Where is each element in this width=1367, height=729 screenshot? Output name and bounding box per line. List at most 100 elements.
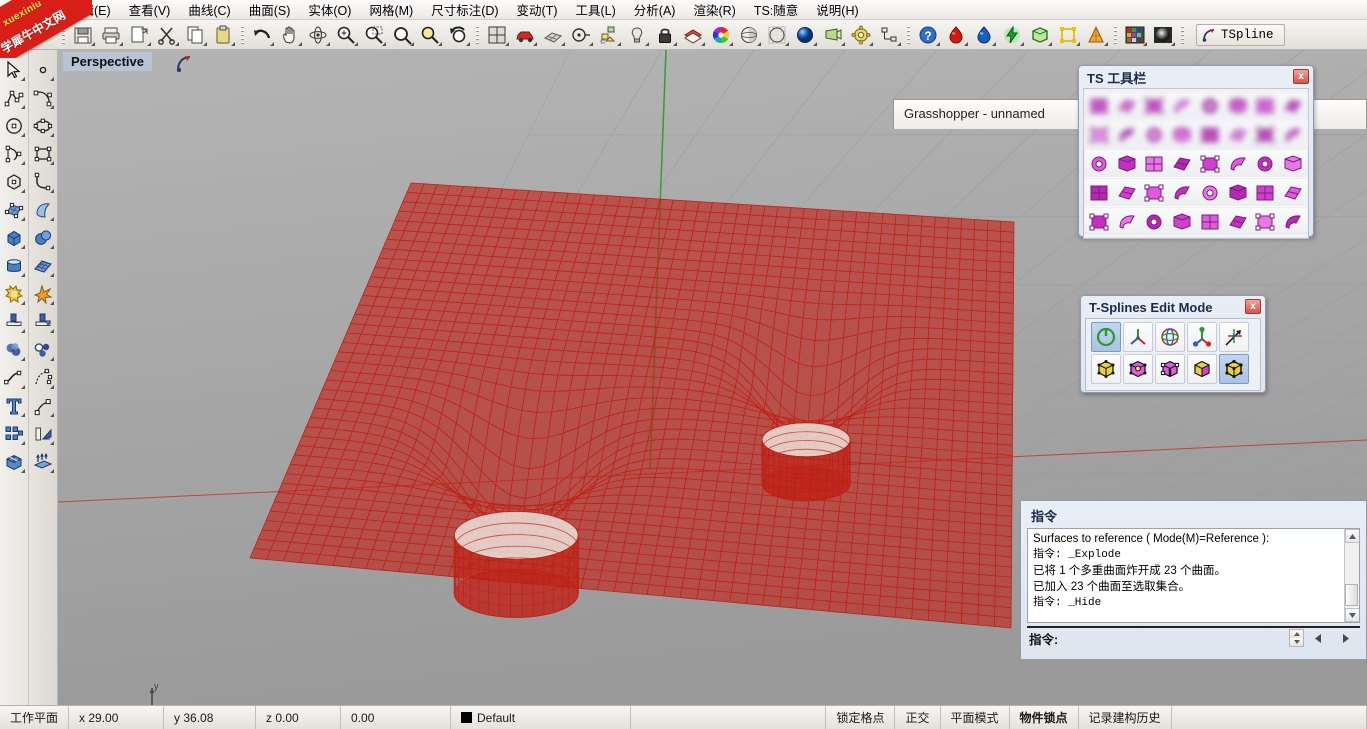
explode-button[interactable] (29, 280, 56, 308)
tspline-toolbar-button[interactable]: TSpline (1196, 23, 1285, 46)
ts-tool-button[interactable] (1168, 91, 1196, 120)
save-button[interactable] (69, 22, 97, 48)
surface-patch-button[interactable] (0, 196, 27, 224)
cut-button[interactable] (153, 22, 181, 48)
trim-button[interactable] (0, 308, 27, 336)
blue-drop-button[interactable] (970, 22, 998, 48)
menu-transform[interactable]: 变动(T) (508, 0, 567, 20)
status-grid-snap[interactable]: 锁定格点 (826, 705, 896, 729)
ts-tool-button[interactable] (1140, 120, 1169, 149)
fillet-curve-button[interactable] (29, 168, 56, 196)
toolbar-grip[interactable] (475, 23, 480, 46)
curve-button[interactable] (29, 84, 56, 112)
ts-tool-button[interactable] (1112, 178, 1141, 207)
ts-tool-button[interactable] (1112, 207, 1141, 236)
mesh-grid-button[interactable] (539, 22, 567, 48)
menu-tools[interactable]: 工具(L) (567, 0, 625, 20)
options-gear-button[interactable] (847, 22, 875, 48)
viewport-title[interactable]: Perspective (63, 52, 152, 71)
command-spinner[interactable] (1289, 629, 1304, 647)
toolbar-grip[interactable] (1180, 23, 1185, 46)
scroll-down-icon[interactable] (1345, 608, 1359, 622)
status-ortho[interactable]: 正交 (895, 705, 941, 729)
ts-tool-button[interactable] (1223, 91, 1252, 120)
ts-smooth-mode-button[interactable] (1219, 354, 1249, 384)
extrude-button[interactable] (29, 448, 56, 476)
environment-button[interactable] (1149, 22, 1177, 48)
color-wheel-button[interactable] (707, 22, 735, 48)
ts-power-toggle-button[interactable] (1091, 322, 1121, 352)
menu-render[interactable]: 渲染(R) (684, 0, 744, 20)
ts-tool-button[interactable] (1196, 120, 1224, 149)
select-arrow-button[interactable] (0, 56, 27, 84)
ts-sphere-manipulator-button[interactable] (1155, 322, 1185, 352)
ts-axis-arrows-button[interactable] (1187, 322, 1217, 352)
status-history[interactable]: 记录建构历史 (1079, 705, 1172, 729)
ts-tool-button[interactable] (1112, 120, 1141, 149)
circle-button[interactable] (0, 112, 27, 140)
ellipse-button[interactable] (29, 112, 56, 140)
ts-tool-button[interactable] (1140, 178, 1169, 207)
lock-button[interactable] (651, 22, 679, 48)
polyline-button[interactable] (0, 84, 27, 112)
command-next-icon[interactable] (1332, 629, 1360, 647)
ts-tool-button[interactable] (1112, 149, 1141, 178)
menu-solid[interactable]: 实体(O) (299, 0, 360, 20)
offset-points-button[interactable] (29, 336, 56, 364)
ts-tool-button[interactable] (1251, 120, 1280, 149)
ts-tool-button[interactable] (1140, 207, 1169, 236)
zoom-extents-button[interactable] (388, 22, 416, 48)
rectangle-button[interactable] (29, 140, 56, 168)
ts-tool-button[interactable] (1251, 149, 1280, 178)
ghosted-sphere-button[interactable] (763, 22, 791, 48)
orange-cone-button[interactable] (1082, 22, 1110, 48)
copy-button[interactable] (181, 22, 209, 48)
ts-tool-button[interactable] (1085, 149, 1113, 178)
ts-tool-button[interactable] (1168, 120, 1196, 149)
ts-tool-button[interactable] (1251, 178, 1280, 207)
green-flash-button[interactable] (998, 22, 1026, 48)
ts-tool-button[interactable] (1279, 178, 1307, 207)
material-palette-button[interactable] (1121, 22, 1149, 48)
zoom-in-out-button[interactable] (332, 22, 360, 48)
ts-tool-button[interactable] (1279, 149, 1307, 178)
light-bulb-button[interactable] (623, 22, 651, 48)
undo-button[interactable] (248, 22, 276, 48)
menu-curve[interactable]: 曲线(C) (179, 0, 239, 20)
toolbar-grip[interactable] (906, 23, 911, 46)
pan-button[interactable] (276, 22, 304, 48)
ts-tool-button[interactable] (1223, 207, 1252, 236)
ts-tool-button[interactable] (1140, 91, 1169, 120)
ts-tool-button[interactable] (1112, 91, 1141, 120)
ts-toolbar-panel[interactable]: TS 工具栏 x (1078, 65, 1314, 239)
command-prev-icon[interactable] (1304, 629, 1332, 647)
ts-tool-button[interactable] (1085, 207, 1113, 236)
command-history-scrollbar[interactable] (1344, 529, 1359, 622)
point-target-button[interactable] (567, 22, 595, 48)
menu-mesh[interactable]: 网格(M) (360, 0, 422, 20)
command-history[interactable]: Surfaces to reference ( Mode(M)=Referenc… (1027, 528, 1360, 623)
ts-tool-button[interactable] (1223, 120, 1252, 149)
text-tool-button[interactable] (0, 392, 27, 420)
ts-tool-button[interactable] (1251, 91, 1280, 120)
array-button[interactable] (0, 420, 27, 448)
toolbar-grip[interactable] (1113, 23, 1118, 46)
ts-tool-button[interactable] (1085, 120, 1113, 149)
ts-tool-button[interactable] (1251, 207, 1280, 236)
join-button[interactable] (0, 336, 27, 364)
point-button[interactable] (29, 56, 56, 84)
arc-button[interactable] (0, 140, 27, 168)
print-preview-button[interactable] (125, 22, 153, 48)
ts-box-mode-button[interactable] (1091, 354, 1121, 384)
status-osnap[interactable]: 物件锁点 (1010, 705, 1079, 729)
ts-tool-button[interactable] (1140, 149, 1169, 178)
yellow-frame-button[interactable] (1054, 22, 1082, 48)
dimension-button[interactable] (875, 22, 903, 48)
ts-tool-button[interactable] (1196, 149, 1224, 178)
zoom-window-button[interactable] (360, 22, 388, 48)
menu-dimension[interactable]: 尺寸标注(D) (422, 0, 507, 20)
paste-button[interactable] (209, 22, 237, 48)
red-drop-button[interactable] (942, 22, 970, 48)
mirror-button[interactable] (29, 420, 56, 448)
rendered-sphere-button[interactable] (791, 22, 819, 48)
